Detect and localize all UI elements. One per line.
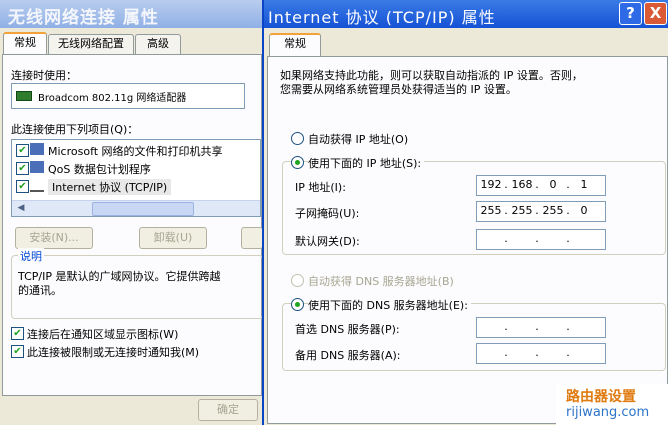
adapter-box: Broadcom 802.11g 网络适配器: [11, 83, 245, 109]
gateway-dot: .: [504, 232, 508, 245]
front-general-panel: 如果网络支持此功能，则可以获取自动指派的 IP 设置。否则， 您需要从网络系统管…: [267, 56, 668, 424]
item-label-tcpip: Internet 协议 (TCP/IP): [48, 179, 172, 195]
ip-octet-1: 192: [480, 178, 502, 191]
auto-ip-label: 自动获得 IP 地址(O): [308, 133, 409, 146]
items-list: ✔ Microsoft 网络的文件和打印机共享 ✔ QoS 数据包计划程序 ✔ …: [11, 139, 261, 217]
ip-octet-2: 168: [511, 178, 533, 191]
watermark-line-2: rijiwang.com: [566, 405, 650, 420]
manual-dns-label: 使用下面的 DNS 服务器地址(E):: [308, 297, 471, 313]
pref-dns-dot: .: [535, 320, 539, 333]
manual-ip-label: 使用下面的 IP 地址(S):: [308, 155, 425, 171]
ip-octet-4: 1: [580, 178, 588, 191]
pref-dns-dot: .: [504, 320, 508, 333]
notify-limited-checkbox[interactable]: ✔: [11, 345, 24, 358]
auto-dns-radio[interactable]: [291, 274, 304, 287]
mask-dot: .: [535, 204, 539, 217]
back-window-title: 无线网络连接 属性: [8, 8, 159, 28]
service-icon: [30, 143, 44, 155]
front-window-title: Internet 协议 (TCP/IP) 属性: [268, 8, 496, 27]
close-button[interactable]: X: [644, 2, 667, 25]
item-checkbox-qos[interactable]: ✔: [16, 162, 29, 175]
back-general-panel: 连接时使用： Broadcom 802.11g 网络适配器 此连接使用下列项目(…: [2, 54, 263, 396]
front-title-bar: Internet 协议 (TCP/IP) 属性 ? X: [264, 0, 668, 28]
mask-octet-2: 255: [511, 204, 533, 217]
network-properties-window: 无线网络连接 属性 常规 无线网络配置 高级 连接时使用： Broadcom 8…: [0, 0, 263, 425]
preferred-dns-input[interactable]: . . .: [476, 317, 606, 338]
item-label-file-share: Microsoft 网络的文件和打印机共享: [48, 145, 223, 158]
mask-octet-3: 255: [542, 204, 564, 217]
description-text-2: 的通讯。: [18, 284, 62, 297]
item-label-qos: QoS 数据包计划程序: [48, 163, 151, 176]
show-icon-checkbox[interactable]: ✔: [11, 327, 24, 340]
watermark-line-1: 路由器设置: [566, 389, 636, 405]
ok-button[interactable]: 确定: [198, 399, 258, 421]
ip-dot: .: [504, 178, 508, 191]
gateway-input[interactable]: . . .: [476, 229, 606, 250]
ip-octet-3: 0: [549, 178, 557, 191]
alt-dns-dot: .: [566, 346, 570, 359]
mask-dot: .: [504, 204, 508, 217]
item-checkbox-tcpip[interactable]: ✔: [16, 180, 29, 193]
tab-wireless-config[interactable]: 无线网络配置: [48, 34, 134, 54]
auto-dns-label: 自动获得 DNS 服务器地址(B): [308, 275, 454, 288]
connect-using-label: 连接时使用：: [11, 69, 77, 82]
scroll-thumb[interactable]: [92, 202, 194, 216]
subnet-mask-label: 子网掩码(U):: [295, 207, 360, 220]
description-title: 说明: [18, 248, 44, 264]
uninstall-button[interactable]: 卸载(U): [139, 227, 207, 249]
gateway-dot: .: [566, 232, 570, 245]
help-button[interactable]: ?: [619, 2, 642, 25]
notify-limited-label: 此连接被限制或无连接时通知我(M): [27, 346, 200, 359]
manual-ip-radio[interactable]: [291, 156, 304, 169]
auto-ip-radio[interactable]: [291, 132, 304, 145]
horizontal-scrollbar[interactable]: ◀: [12, 200, 260, 216]
service-icon: [30, 161, 44, 173]
preferred-dns-label: 首选 DNS 服务器(P):: [295, 323, 400, 336]
alternate-dns-label: 备用 DNS 服务器(A):: [295, 349, 401, 362]
pref-dns-dot: .: [566, 320, 570, 333]
tcpip-properties-window: Internet 协议 (TCP/IP) 属性 ? X 常规 如果网络支持此功能…: [262, 0, 668, 425]
ip-dot: .: [566, 178, 570, 191]
ip-dot: .: [535, 178, 539, 191]
install-button[interactable]: 安装(N)...: [15, 227, 93, 249]
ip-address-input[interactable]: 192 . 168 . 0 . 1: [476, 175, 606, 196]
subnet-mask-input[interactable]: 255 . 255 . 255 . 0: [476, 201, 606, 222]
scroll-left-icon[interactable]: ◀: [14, 201, 28, 215]
tab-general-front[interactable]: 常规: [269, 33, 321, 56]
back-title-bar: 无线网络连接 属性: [0, 0, 262, 28]
adapter-name: Broadcom 802.11g 网络适配器: [38, 93, 187, 104]
properties-button-partial[interactable]: [241, 227, 263, 249]
network-card-icon: [16, 91, 32, 101]
mask-octet-1: 255: [480, 204, 502, 217]
manual-dns-radio[interactable]: [291, 298, 304, 311]
item-checkbox-file-share[interactable]: ✔: [16, 144, 29, 157]
alternate-dns-input[interactable]: . . .: [476, 343, 606, 364]
description-group: 说明 TCP/IP 是默认的广域网协议。它提供跨越 的通讯。: [11, 248, 263, 319]
gateway-label: 默认网关(D):: [295, 235, 360, 248]
tab-advanced[interactable]: 高级: [135, 34, 181, 54]
protocol-icon: [30, 182, 44, 192]
watermark: 路由器设置 rijiwang.com: [556, 384, 668, 425]
ip-address-label: IP 地址(I):: [295, 181, 346, 194]
items-label: 此连接使用下列项目(Q)：: [11, 123, 139, 136]
mask-dot: .: [566, 204, 570, 217]
intro-text-2: 您需要从网络系统管理员处获得适当的 IP 设置。: [280, 83, 517, 96]
alt-dns-dot: .: [504, 346, 508, 359]
alt-dns-dot: .: [535, 346, 539, 359]
show-icon-label: 连接后在通知区域显示图标(W): [27, 328, 179, 341]
gateway-dot: .: [535, 232, 539, 245]
tab-general[interactable]: 常规: [3, 32, 47, 55]
mask-octet-4: 0: [580, 204, 588, 217]
